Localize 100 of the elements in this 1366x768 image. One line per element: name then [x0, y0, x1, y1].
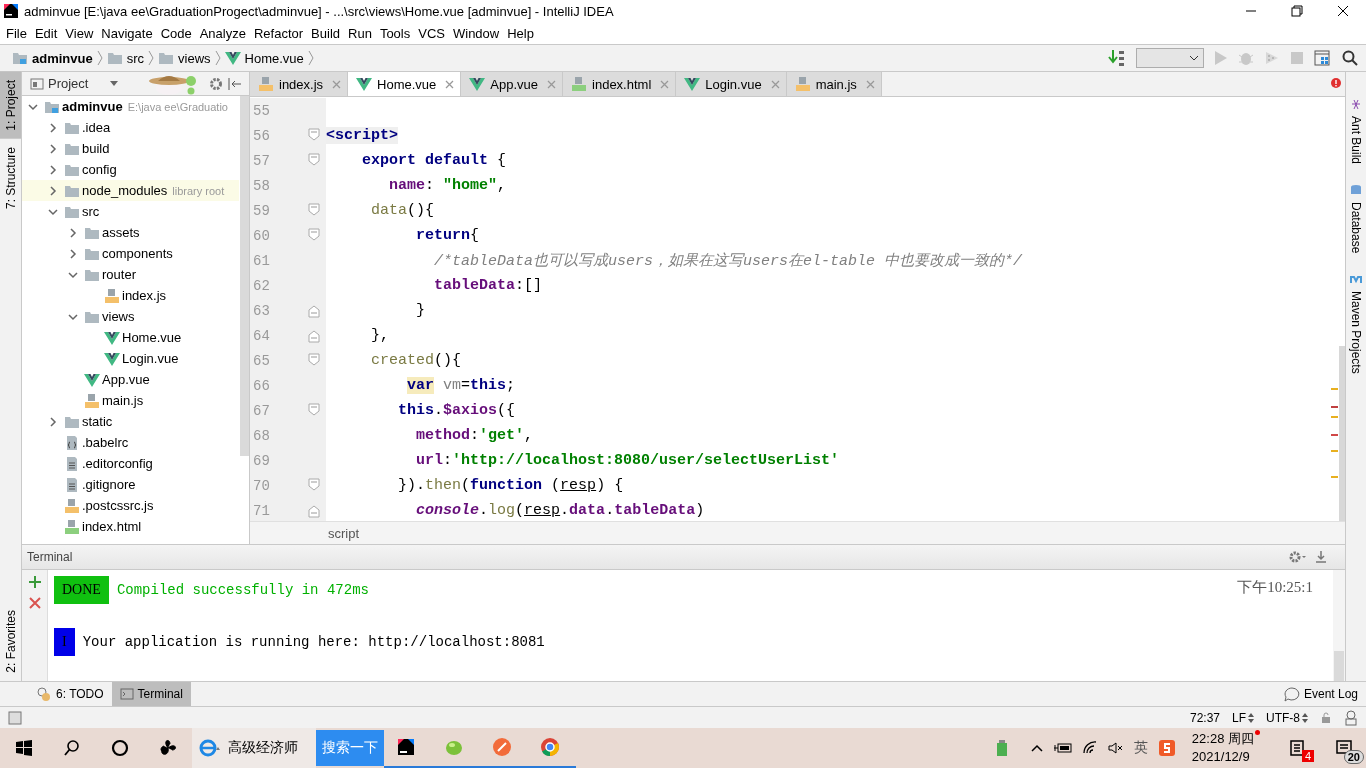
battery-icon[interactable] — [1053, 742, 1072, 754]
tree-item[interactable]: main.js — [22, 390, 239, 411]
editor-tab[interactable]: Login.vue — [676, 72, 787, 96]
search-icon[interactable] — [1342, 50, 1358, 66]
caret-icon[interactable] — [110, 81, 119, 86]
fold-marker-icon[interactable] — [308, 228, 320, 243]
menu-item[interactable]: Refactor — [249, 23, 308, 43]
tool-window-tab[interactable]: 2: Favorites — [0, 602, 21, 681]
fold-marker-icon[interactable] — [308, 153, 320, 168]
sogou-icon[interactable] — [1157, 739, 1176, 757]
document-app-icon[interactable] — [1289, 739, 1307, 757]
tool-window-tab[interactable]: 1: Project — [0, 72, 21, 139]
menu-item[interactable]: VCS — [414, 23, 449, 43]
menu-item[interactable]: Tools — [375, 23, 415, 43]
mute-icon[interactable] — [1107, 741, 1124, 755]
project-structure-icon[interactable] — [1314, 49, 1332, 67]
menu-item[interactable]: File — [2, 23, 31, 43]
restore-icon[interactable] — [1291, 5, 1303, 17]
pinwheel-app-icon[interactable] — [158, 738, 178, 758]
tree-item[interactable]: index.js — [22, 285, 239, 306]
event-log-button[interactable]: Event Log — [1275, 682, 1366, 706]
tool-window-tab[interactable]: 6: TODO — [28, 682, 112, 706]
breadcrumb-item[interactable]: adminvue — [8, 50, 97, 66]
tree-item[interactable]: .babelrc — [22, 432, 239, 453]
menu-item[interactable]: Analyze — [195, 23, 250, 43]
fold-marker-icon[interactable] — [308, 303, 320, 318]
cursor-position[interactable]: 72:37 — [1189, 710, 1220, 725]
menu-item[interactable]: Navigate — [97, 23, 157, 43]
menu-item[interactable]: View — [61, 23, 98, 43]
tool-window-tab[interactable]: 7: Structure — [0, 138, 21, 217]
tree-item[interactable]: build — [22, 138, 239, 159]
panel-title[interactable]: Project — [48, 76, 89, 91]
editor-tab[interactable]: index.js — [250, 72, 349, 96]
menu-item[interactable]: Build — [307, 23, 344, 43]
menu-item[interactable]: Window — [448, 23, 504, 43]
search-icon[interactable] — [62, 738, 82, 758]
breadcrumb-item[interactable]: src — [102, 50, 149, 66]
tree-item[interactable]: assets — [22, 222, 239, 243]
tree-item[interactable]: router — [22, 264, 239, 285]
plus-icon[interactable] — [27, 575, 42, 589]
wifi-icon[interactable] — [1081, 741, 1098, 755]
scrollbar[interactable] — [1333, 570, 1345, 681]
tree-item[interactable]: components — [22, 243, 239, 264]
fold-marker-icon[interactable] — [308, 203, 320, 218]
clock[interactable]: 22:28 周四 2021/12/9 — [1185, 730, 1270, 766]
editor-tab[interactable]: Home.vue — [348, 72, 462, 96]
windows-logo-icon[interactable] — [14, 738, 34, 758]
breadcrumb-item[interactable]: views — [154, 50, 215, 66]
lock-icon[interactable] — [1320, 711, 1332, 724]
menu-item[interactable]: Help — [503, 23, 538, 43]
breadcrumb-item[interactable]: Home.vue — [220, 50, 308, 66]
panel-toggle-icon[interactable] — [8, 710, 22, 725]
folder-icon — [84, 225, 100, 240]
tree-item[interactable]: App.vue — [22, 369, 239, 390]
collapse-icon[interactable] — [227, 76, 243, 91]
menu-item[interactable]: Edit — [30, 23, 62, 43]
menu-item[interactable]: Run — [344, 23, 376, 43]
settings-icon[interactable] — [209, 76, 223, 91]
folder-icon — [84, 246, 100, 261]
usb-drive-icon[interactable] — [995, 739, 1008, 757]
download-icon[interactable] — [1315, 550, 1327, 564]
tree-item[interactable]: .postcssrc.js — [22, 495, 239, 516]
encoding-selector[interactable]: UTF-8 — [1266, 710, 1308, 725]
tool-window-tab[interactable]: Maven Projects — [1346, 263, 1366, 385]
settings-icon[interactable] — [1289, 550, 1307, 564]
editor-tab[interactable]: index.html — [563, 72, 677, 96]
fold-marker-icon[interactable] — [308, 353, 320, 368]
fold-marker-icon[interactable] — [308, 128, 320, 143]
menu-item[interactable]: Code — [156, 23, 196, 43]
fold-marker-icon[interactable] — [308, 403, 320, 418]
browser-icon[interactable] — [198, 738, 220, 758]
ring-icon[interactable] — [110, 738, 130, 758]
editor-tab[interactable]: main.js — [786, 72, 882, 96]
tree-item[interactable]: index.html — [22, 516, 239, 537]
tree-item[interactable]: static — [22, 411, 239, 432]
tree-item[interactable]: adminvue E:\java ee\Graduatio — [22, 96, 239, 117]
tree-item[interactable]: .idea — [22, 117, 239, 138]
tree-item[interactable]: src — [22, 201, 239, 222]
fold-marker-icon[interactable] — [308, 503, 320, 518]
tree-item[interactable]: Home.vue — [22, 327, 239, 348]
tree-item[interactable]: config — [22, 159, 239, 180]
tree-item[interactable]: .gitignore — [22, 474, 239, 495]
tree-item[interactable]: views — [22, 306, 239, 327]
tree-item[interactable]: .editorconfig — [22, 453, 239, 474]
tool-window-tab[interactable]: Database — [1346, 174, 1366, 264]
line-separator-selector[interactable]: LF — [1232, 710, 1254, 725]
tree-item[interactable]: Login.vue — [22, 348, 239, 369]
fold-marker-icon[interactable] — [308, 328, 320, 343]
scrollbar[interactable] — [240, 96, 249, 456]
tool-window-tab[interactable]: Terminal — [111, 682, 191, 706]
breadcrumb-item[interactable]: script — [328, 525, 360, 541]
close-icon[interactable] — [1337, 5, 1349, 17]
editor-tab[interactable]: App.vue — [461, 72, 564, 96]
tree-row[interactable]: node_modules library root — [22, 180, 239, 201]
tool-window-tab[interactable]: Ant Build — [1346, 88, 1366, 175]
fold-marker-icon[interactable] — [308, 478, 320, 493]
download-icon[interactable] — [1108, 49, 1126, 67]
code-token: (){ — [434, 352, 462, 369]
scrollbar[interactable] — [1339, 346, 1345, 521]
input-method-indicator[interactable]: 英 — [1133, 739, 1148, 757]
